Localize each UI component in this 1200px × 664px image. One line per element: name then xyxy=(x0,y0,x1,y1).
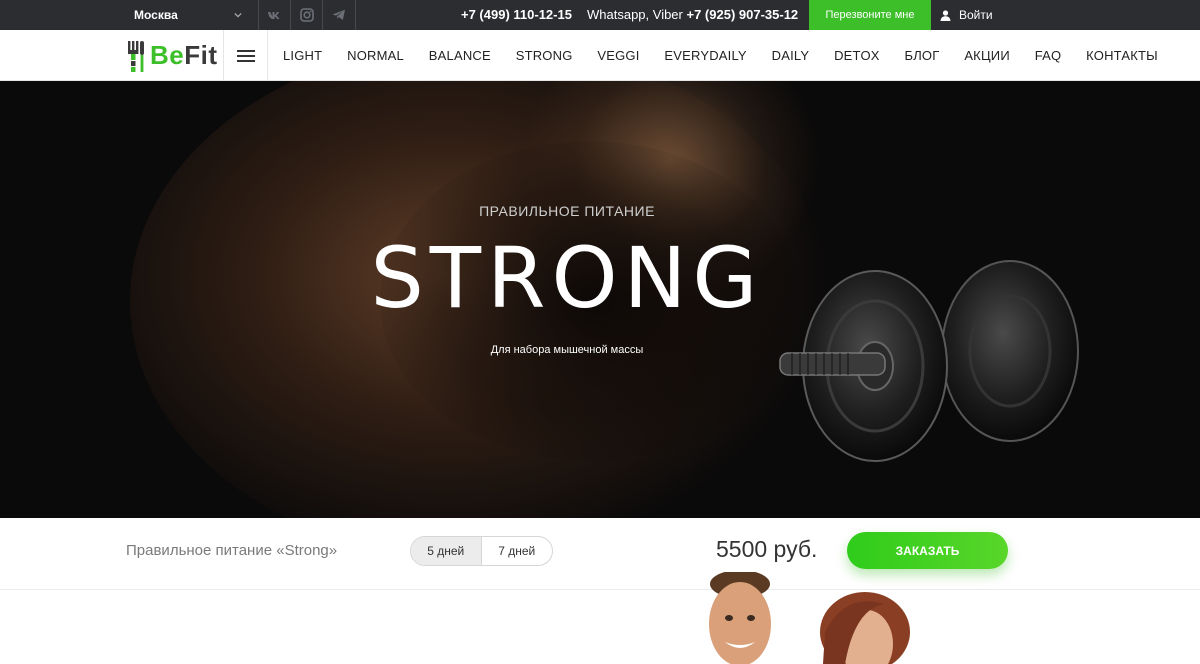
hero-description: Для набора мышечной массы xyxy=(490,344,644,356)
instagram-icon[interactable] xyxy=(291,0,323,30)
days-selector: 5 дней 7 дней xyxy=(410,536,553,566)
messenger-contact[interactable]: Whatsapp, Viber +7 (925) 907-35-12 xyxy=(587,7,798,22)
nav-item-daily[interactable]: DAILY xyxy=(772,48,810,63)
chevron-down-icon xyxy=(234,12,242,18)
hero-title: STRONG xyxy=(370,229,764,327)
callback-button[interactable]: Перезвоните мне xyxy=(809,0,931,30)
logo[interactable]: BeFit xyxy=(118,30,223,81)
days-option-5[interactable]: 5 дней xyxy=(411,537,482,565)
fork-logo-icon xyxy=(128,40,144,72)
nav-item-light[interactable]: LIGHT xyxy=(283,48,322,63)
nav-item-detox[interactable]: DETOX xyxy=(834,48,880,63)
social-links xyxy=(258,0,356,30)
people-photo xyxy=(709,572,910,664)
nav-item-normal[interactable]: NORMAL xyxy=(347,48,404,63)
messenger-label: Whatsapp, Viber xyxy=(587,7,683,22)
city-selector[interactable]: Москва xyxy=(118,0,258,30)
hero-subtitle: ПРАВИЛЬНОЕ ПИТАНИЕ xyxy=(479,203,655,219)
hamburger-icon xyxy=(236,49,255,62)
order-panel: Правильное питание «Strong» 5 дней 7 дне… xyxy=(0,518,1200,590)
nav-item-faq[interactable]: FAQ xyxy=(1035,48,1062,63)
logo-text: BeFit xyxy=(150,40,218,70)
nav-item-strong[interactable]: STRONG xyxy=(516,48,573,63)
days-option-7[interactable]: 7 дней xyxy=(482,537,552,565)
telegram-icon[interactable] xyxy=(323,0,355,30)
login-link[interactable]: Войти xyxy=(940,0,993,30)
menu-toggle-button[interactable] xyxy=(223,30,268,81)
nav-item-contacts[interactable]: КОНТАКТЫ xyxy=(1086,48,1158,63)
top-bar: Москва +7 (499) 110-12-15 Whatsapp, Vibe… xyxy=(0,0,1200,30)
nav-item-promotions[interactable]: АКЦИИ xyxy=(964,48,1010,63)
main-menu: LIGHT NORMAL BALANCE STRONG VEGGI EVERYD… xyxy=(268,30,1158,81)
user-icon xyxy=(940,9,951,21)
main-navbar: BeFit LIGHT NORMAL BALANCE STRONG VEGGI … xyxy=(0,30,1200,81)
login-label: Войти xyxy=(959,8,993,22)
nav-item-veggi[interactable]: VEGGI xyxy=(597,48,639,63)
product-name: Правильное питание «Strong» xyxy=(126,542,338,559)
nav-item-blog[interactable]: БЛОГ xyxy=(904,48,939,63)
order-button[interactable]: ЗАКАЗАТЬ xyxy=(847,532,1008,569)
phone-number[interactable]: +7 (499) 110-12-15 xyxy=(461,7,572,22)
city-label: Москва xyxy=(134,8,178,22)
price-label: 5500 руб. xyxy=(716,536,818,562)
hero-banner: ПРАВИЛЬНОЕ ПИТАНИЕ STRONG Для набора мыш… xyxy=(0,81,1200,518)
vk-icon[interactable] xyxy=(259,0,291,30)
messenger-phone: +7 (925) 907-35-12 xyxy=(686,7,799,22)
nav-item-everydaily[interactable]: EVERYDAILY xyxy=(664,48,746,63)
nav-item-balance[interactable]: BALANCE xyxy=(429,48,491,63)
